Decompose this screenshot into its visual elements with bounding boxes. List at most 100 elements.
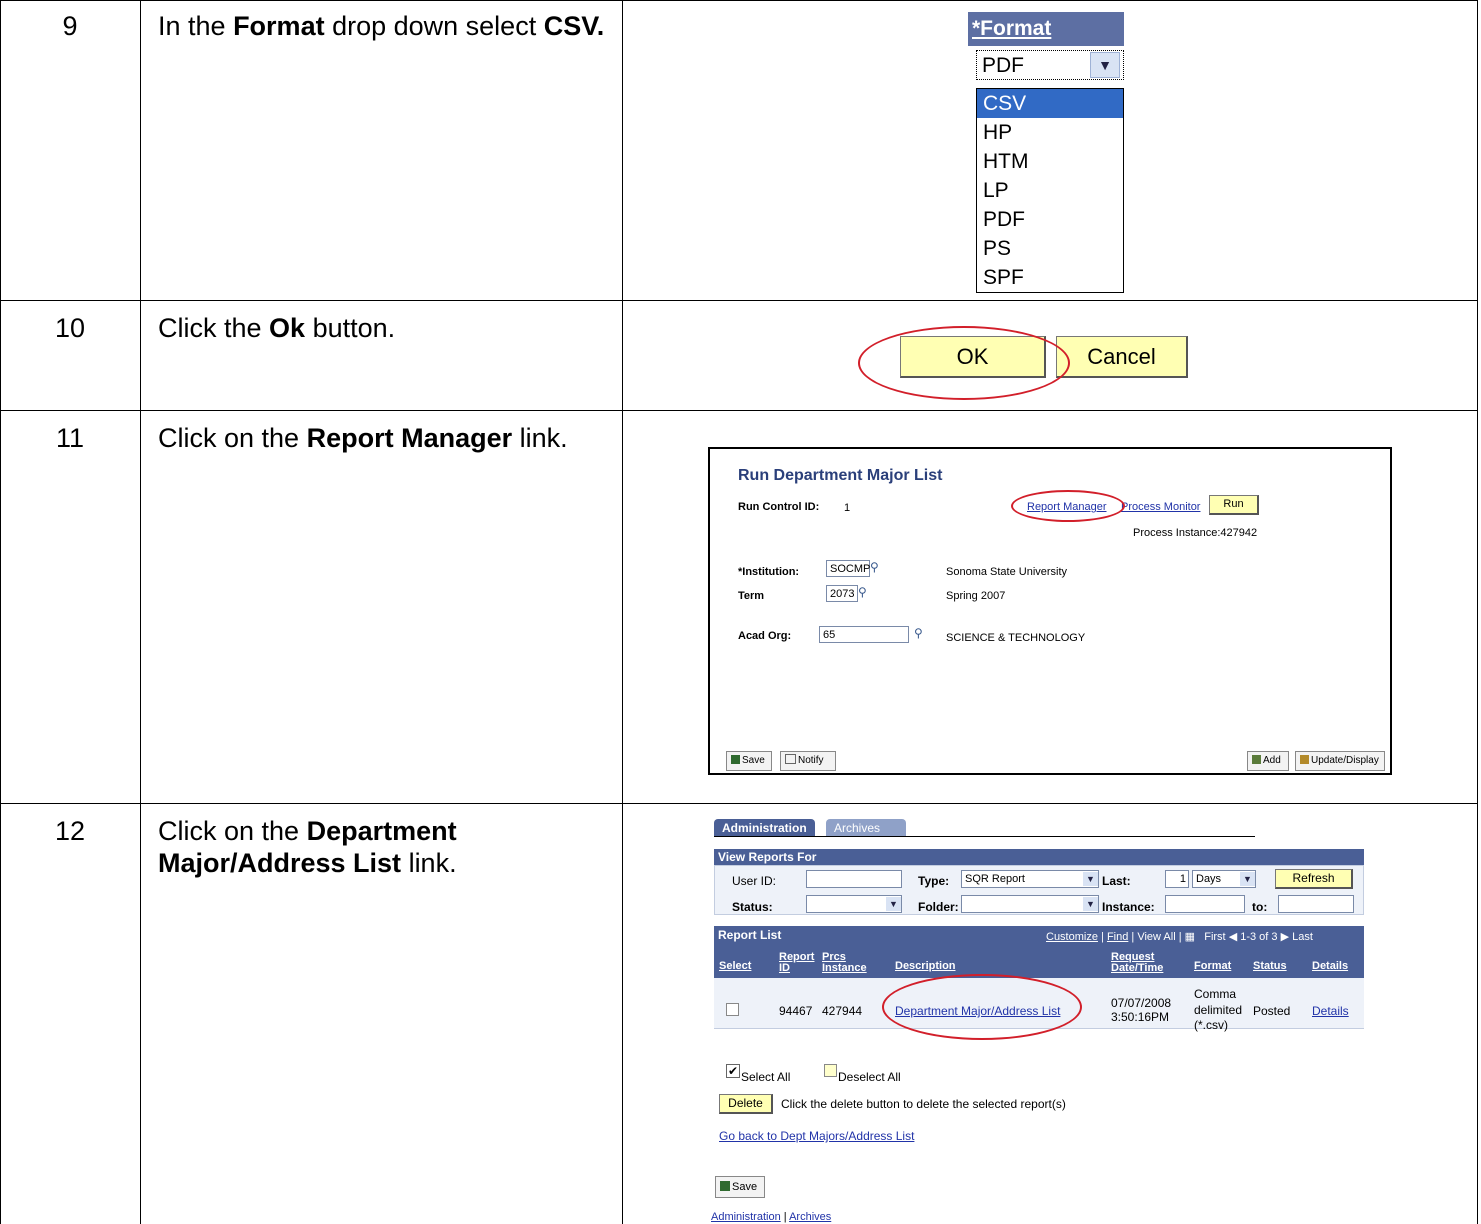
type-select[interactable]: SQR Report xyxy=(961,870,1099,888)
deselect-all-checkbox[interactable] xyxy=(824,1064,837,1077)
row-select-checkbox[interactable] xyxy=(726,1003,739,1016)
step-number: 10 xyxy=(54,313,86,343)
acad-org-input[interactable]: 65 xyxy=(819,626,909,643)
row-divider xyxy=(0,410,1478,411)
to-label: to: xyxy=(1252,900,1268,914)
format-option[interactable]: LP xyxy=(977,176,1123,205)
notify-label: Notify xyxy=(798,755,824,766)
footer-archives-link[interactable]: Archives xyxy=(789,1211,831,1223)
format-option[interactable]: PS xyxy=(977,234,1123,263)
process-monitor-link[interactable]: Process Monitor xyxy=(1121,501,1200,513)
col-description[interactable]: Description xyxy=(895,961,956,972)
deselect-all-label[interactable]: Deselect All xyxy=(838,1070,901,1084)
row-format-line3: (*.csv) xyxy=(1194,1018,1228,1032)
save-button[interactable]: Save xyxy=(726,751,772,771)
last-label: Last: xyxy=(1102,874,1131,888)
highlight-ellipse xyxy=(1011,490,1125,522)
col-details[interactable]: Details xyxy=(1312,961,1348,972)
format-label: *Format xyxy=(968,12,1124,46)
add-icon xyxy=(1252,755,1261,764)
format-option[interactable]: HTM xyxy=(977,147,1123,176)
instruction-text: link. xyxy=(401,848,457,878)
instruction-table: 9 In the Format drop down select CSV. *F… xyxy=(0,0,1481,1224)
last-nav-label: Last xyxy=(1292,931,1313,943)
add-label: Add xyxy=(1263,755,1281,766)
user-id-label: User ID: xyxy=(732,874,777,888)
instance-to-input[interactable] xyxy=(1278,895,1354,913)
update-display-label: Update/Display xyxy=(1311,755,1379,766)
column-divider xyxy=(622,0,623,1224)
save-label: Save xyxy=(742,755,765,766)
instruction-text: button. xyxy=(305,313,396,343)
view-all-link[interactable]: View All xyxy=(1137,931,1175,943)
tab-archives[interactable]: Archives xyxy=(826,819,906,837)
folder-label: Folder: xyxy=(918,900,959,914)
update-display-button[interactable]: Update/Display xyxy=(1295,751,1385,771)
column-divider xyxy=(140,0,141,1224)
tab-administration[interactable]: Administration xyxy=(714,819,815,837)
save-button[interactable]: Save xyxy=(715,1176,765,1198)
search-icon[interactable]: ⚲ xyxy=(914,626,923,640)
institution-description: Sonoma State University xyxy=(946,566,1068,578)
cancel-button[interactable]: Cancel xyxy=(1056,336,1188,378)
term-description: Spring 2007 xyxy=(946,590,1006,602)
format-option-list: CSV HP HTM LP PDF PS SPF xyxy=(976,88,1124,293)
grid-icon[interactable]: ▦ xyxy=(1185,931,1195,943)
find-link[interactable]: Find xyxy=(1107,931,1128,943)
step-number: 12 xyxy=(54,816,86,846)
chevron-down-icon[interactable]: ▼ xyxy=(1240,872,1255,886)
chevron-down-icon[interactable]: ▼ xyxy=(1083,872,1098,886)
col-request-date[interactable]: Request Date/Time xyxy=(1111,952,1181,974)
run-control-label: Run Control ID: xyxy=(738,501,820,513)
format-option[interactable]: HP xyxy=(977,118,1123,147)
run-button[interactable]: Run xyxy=(1209,495,1259,515)
instruction-bold: Ok xyxy=(269,313,306,343)
search-icon[interactable]: ⚲ xyxy=(870,560,879,574)
col-prcs-instance[interactable]: Prcs Instance xyxy=(822,952,870,974)
notify-button[interactable]: Notify xyxy=(780,751,836,771)
delete-button[interactable]: Delete xyxy=(719,1094,773,1114)
row-format-line2: delimited xyxy=(1194,1003,1243,1017)
customize-link[interactable]: Customize xyxy=(1046,931,1098,943)
row-request-date: 07/07/2008 xyxy=(1111,996,1172,1010)
next-icon[interactable]: ▶ xyxy=(1281,931,1289,943)
select-all-label[interactable]: Select All xyxy=(741,1070,790,1084)
format-option[interactable]: SPF xyxy=(977,263,1123,292)
format-selected-value: PDF xyxy=(982,54,1024,77)
run-control-value: 1 xyxy=(844,502,851,514)
view-reports-header: View Reports For xyxy=(714,849,1364,865)
last-number-input[interactable]: 1 xyxy=(1165,870,1189,888)
folder-select[interactable] xyxy=(961,895,1099,913)
format-option[interactable]: PDF xyxy=(977,205,1123,234)
col-select[interactable]: Select xyxy=(719,961,751,972)
table-border-left xyxy=(0,0,1,1224)
select-all-checkbox[interactable]: ✔ xyxy=(726,1064,740,1078)
institution-input[interactable]: SOCMP xyxy=(826,560,870,577)
prev-icon[interactable]: ◀ xyxy=(1229,931,1237,943)
search-icon[interactable]: ⚲ xyxy=(858,585,867,599)
col-report-id[interactable]: Report ID xyxy=(779,952,814,974)
term-input[interactable]: 2073 xyxy=(826,585,858,602)
step-instruction: Click on the Department Major/Address Li… xyxy=(158,815,598,879)
instance-from-input[interactable] xyxy=(1165,895,1245,913)
refresh-button[interactable]: Refresh xyxy=(1275,869,1353,889)
format-option[interactable]: CSV xyxy=(977,89,1123,118)
footer-links: Administration | Archives xyxy=(711,1211,832,1223)
go-back-link[interactable]: Go back to Dept Majors/Address List xyxy=(719,1129,914,1143)
col-format[interactable]: Format xyxy=(1194,961,1231,972)
col-status[interactable]: Status xyxy=(1253,961,1287,972)
add-button[interactable]: Add xyxy=(1247,751,1289,771)
row-status: Posted xyxy=(1253,1004,1291,1018)
notify-icon xyxy=(785,754,796,764)
footer-administration-link[interactable]: Administration xyxy=(711,1211,781,1223)
save-label: Save xyxy=(732,1181,758,1193)
chevron-down-icon[interactable]: ▼ xyxy=(1083,897,1098,911)
report-list-title: Report List xyxy=(718,928,782,942)
row-details-link[interactable]: Details xyxy=(1312,1004,1349,1018)
row-request-time: 3:50:16PM xyxy=(1111,1010,1170,1024)
user-id-input[interactable] xyxy=(806,870,902,888)
acad-org-label: Acad Org: xyxy=(738,630,792,642)
chevron-down-icon[interactable]: ▼ xyxy=(1090,52,1120,78)
chevron-down-icon[interactable]: ▼ xyxy=(886,897,901,911)
row-range: 1-3 of 3 xyxy=(1240,931,1278,943)
